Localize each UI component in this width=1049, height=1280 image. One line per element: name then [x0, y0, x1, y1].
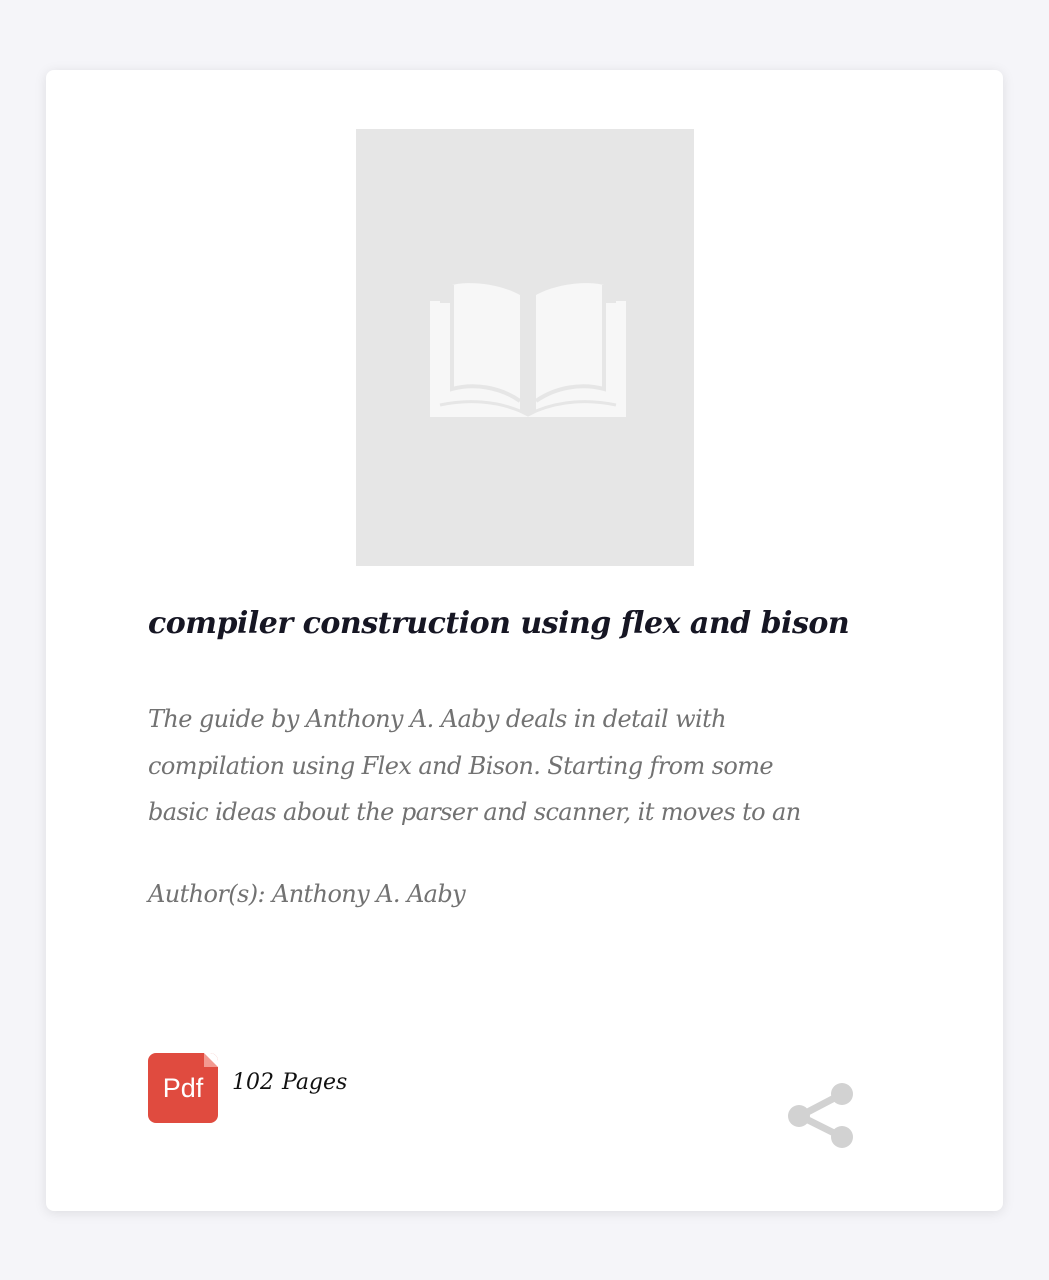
book-description: The guide by Anthony A. Aaby deals in de…: [148, 705, 801, 826]
page-count-label: Pages: [282, 1070, 348, 1095]
book-card[interactable]: compiler construction using flex and bis…: [46, 70, 1003, 1211]
book-author: Author(s): Anthony A. Aaby: [148, 880, 466, 908]
book-title[interactable]: compiler construction using flex and bis…: [148, 606, 850, 641]
open-book-icon: [430, 283, 626, 417]
pdf-label: Pdf: [162, 1073, 204, 1103]
pdf-icon[interactable]: Pdf: [148, 1053, 218, 1123]
page-count-value: 102: [232, 1070, 274, 1095]
page-count: 102 Pages: [232, 1070, 347, 1095]
book-cover-placeholder[interactable]: [356, 129, 694, 566]
share-icon: [788, 1083, 853, 1148]
page-fold: [204, 1053, 218, 1067]
share-button[interactable]: [786, 1082, 856, 1152]
